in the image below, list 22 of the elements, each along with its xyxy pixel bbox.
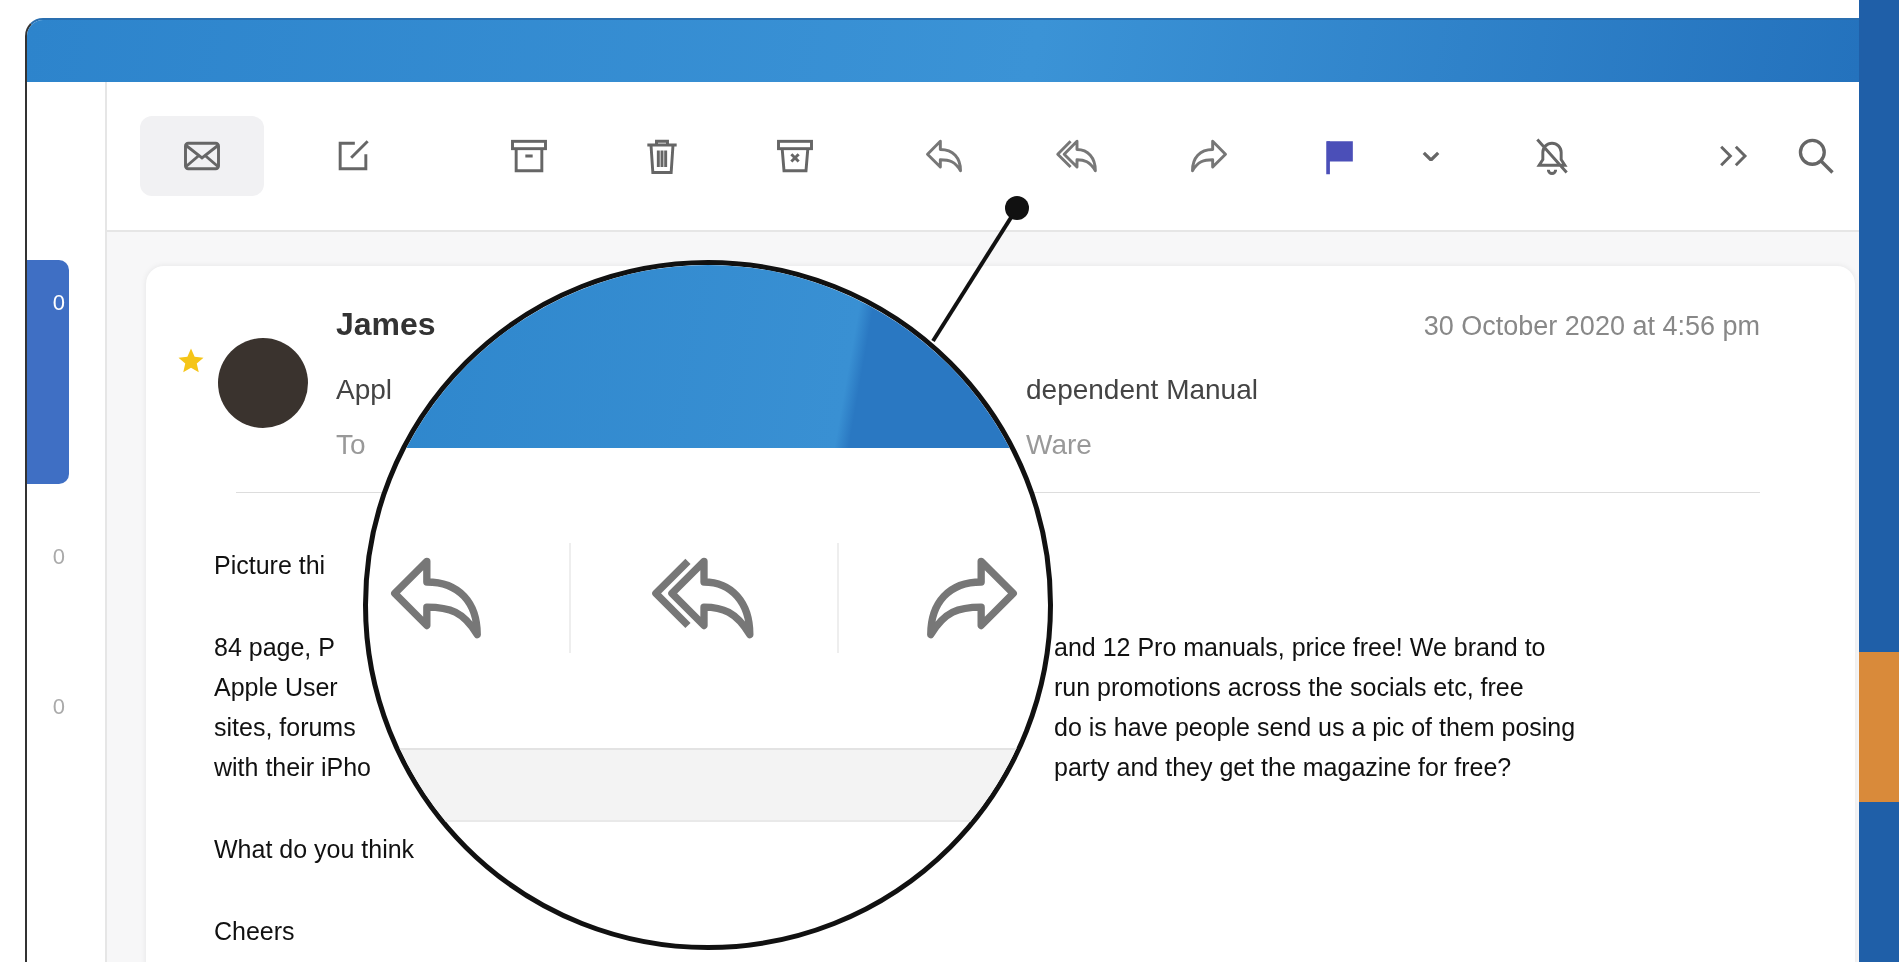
recipient-text: Ware	[1026, 428, 1092, 461]
subject-text: Appl	[336, 373, 393, 406]
body-text: Apple User	[214, 672, 338, 703]
mailbox-item[interactable]: 0	[27, 260, 69, 484]
body-text: Cheers	[214, 916, 295, 947]
body-text: sites, forums	[214, 712, 356, 743]
subject-text: dependent Manual	[1026, 373, 1258, 406]
body-text: What do you think	[214, 834, 415, 865]
chevron-down-icon	[1422, 150, 1440, 162]
mailbox-item[interactable]: 0	[27, 674, 69, 784]
body-text: 84 page, P	[214, 632, 335, 663]
body-text: and 12 Pro manuals, price free! We brand to	[1054, 632, 1546, 663]
body-text: Picture thi	[214, 550, 326, 581]
body-text: party and they get the magazine for free?	[1054, 752, 1512, 783]
message-date: 30 October 2020 at 4:56 pm	[1423, 311, 1760, 342]
body-text: with their iPho	[214, 752, 372, 783]
body-text: do is have people send us a pic of them posing	[1054, 712, 1576, 743]
sender-name: James	[336, 306, 436, 343]
recipient-text: To	[336, 428, 366, 461]
body-text: run promotions across the socials etc, free	[1054, 672, 1524, 703]
mailbox-item[interactable]: 0	[27, 524, 69, 634]
toolbar-button[interactable]	[140, 116, 264, 196]
